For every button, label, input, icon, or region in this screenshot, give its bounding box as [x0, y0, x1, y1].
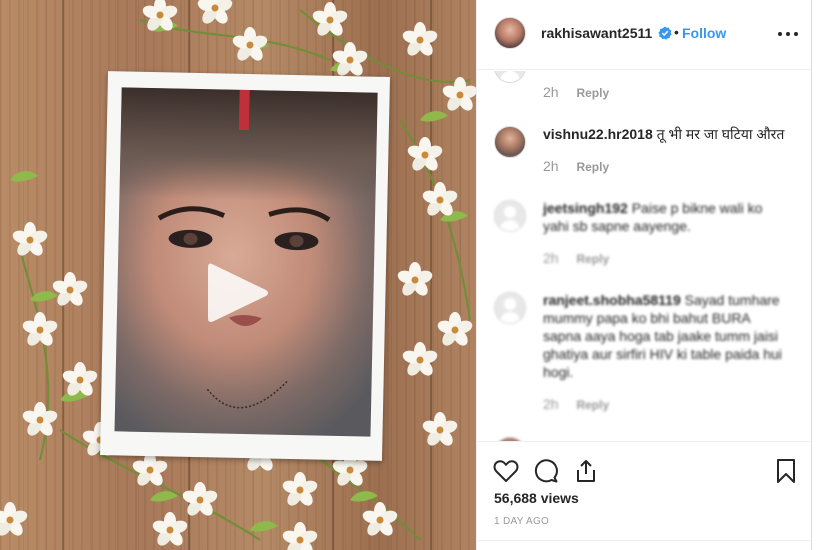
divider	[477, 540, 812, 541]
comment-body: vishnu22.hr2018 तू भी मर जा घटिया औरत	[543, 125, 793, 143]
comment-username[interactable]: jeetsingh192	[543, 200, 628, 216]
verified-badge-icon	[658, 26, 672, 40]
comment-body: jeetsingh192 Paise p bikne wali ko yahi …	[543, 199, 763, 235]
comment-text: तू भी मर जा घटिया औरत	[656, 126, 785, 142]
comment-username[interactable]: vishnu22.hr2018	[543, 126, 653, 142]
reply-button[interactable]: Reply	[576, 398, 609, 412]
comment-avatar[interactable]	[494, 71, 526, 83]
comment-body: ranjeet.shobha58119 Sayad tumhare mummy …	[543, 291, 791, 381]
post-side-panel: rakhisawant2511 • Follow 2h Reply vishnu…	[476, 0, 812, 550]
comment-meta: 2h Reply	[543, 158, 609, 174]
comment-username[interactable]: ranjeet.shobha58119	[543, 292, 681, 308]
post-header: rakhisawant2511 • Follow	[477, 0, 812, 70]
reply-button[interactable]: Reply	[576, 160, 609, 174]
comment-avatar[interactable]	[494, 292, 526, 324]
reply-button[interactable]: Reply	[576, 86, 609, 100]
author-avatar[interactable]	[494, 17, 526, 49]
comment-time: 2h	[543, 396, 559, 412]
share-icon[interactable]	[573, 458, 599, 484]
comment-time: 2h	[543, 250, 559, 266]
comment-meta: 2h Reply	[543, 84, 609, 100]
follow-button[interactable]: Follow	[682, 25, 726, 41]
heart-icon[interactable]	[493, 458, 519, 484]
reply-button[interactable]: Reply	[576, 252, 609, 266]
comment-time: 2h	[543, 84, 559, 100]
comment-time: 2h	[543, 158, 559, 174]
header-separator: •	[674, 24, 679, 40]
view-count[interactable]: 56,688 views	[494, 490, 579, 506]
more-options-icon[interactable]	[777, 26, 799, 40]
comment-avatar[interactable]	[494, 126, 526, 158]
comments-list: 2h Reply vishnu22.hr2018 तू भी मर जा घटि…	[477, 71, 812, 441]
comment-avatar[interactable]	[494, 200, 526, 232]
author-username[interactable]: rakhisawant2511	[541, 25, 652, 41]
comment-meta: 2h Reply	[543, 396, 609, 412]
post-timestamp[interactable]: 1 DAY AGO	[494, 516, 549, 527]
page-edge	[811, 0, 819, 550]
post-actions: 56,688 views 1 DAY AGO	[477, 441, 812, 550]
play-icon[interactable]	[206, 260, 270, 326]
comment-icon[interactable]	[533, 458, 559, 484]
comment-meta: 2h Reply	[543, 250, 609, 266]
post-media[interactable]	[0, 0, 476, 550]
bookmark-icon[interactable]	[773, 458, 799, 484]
